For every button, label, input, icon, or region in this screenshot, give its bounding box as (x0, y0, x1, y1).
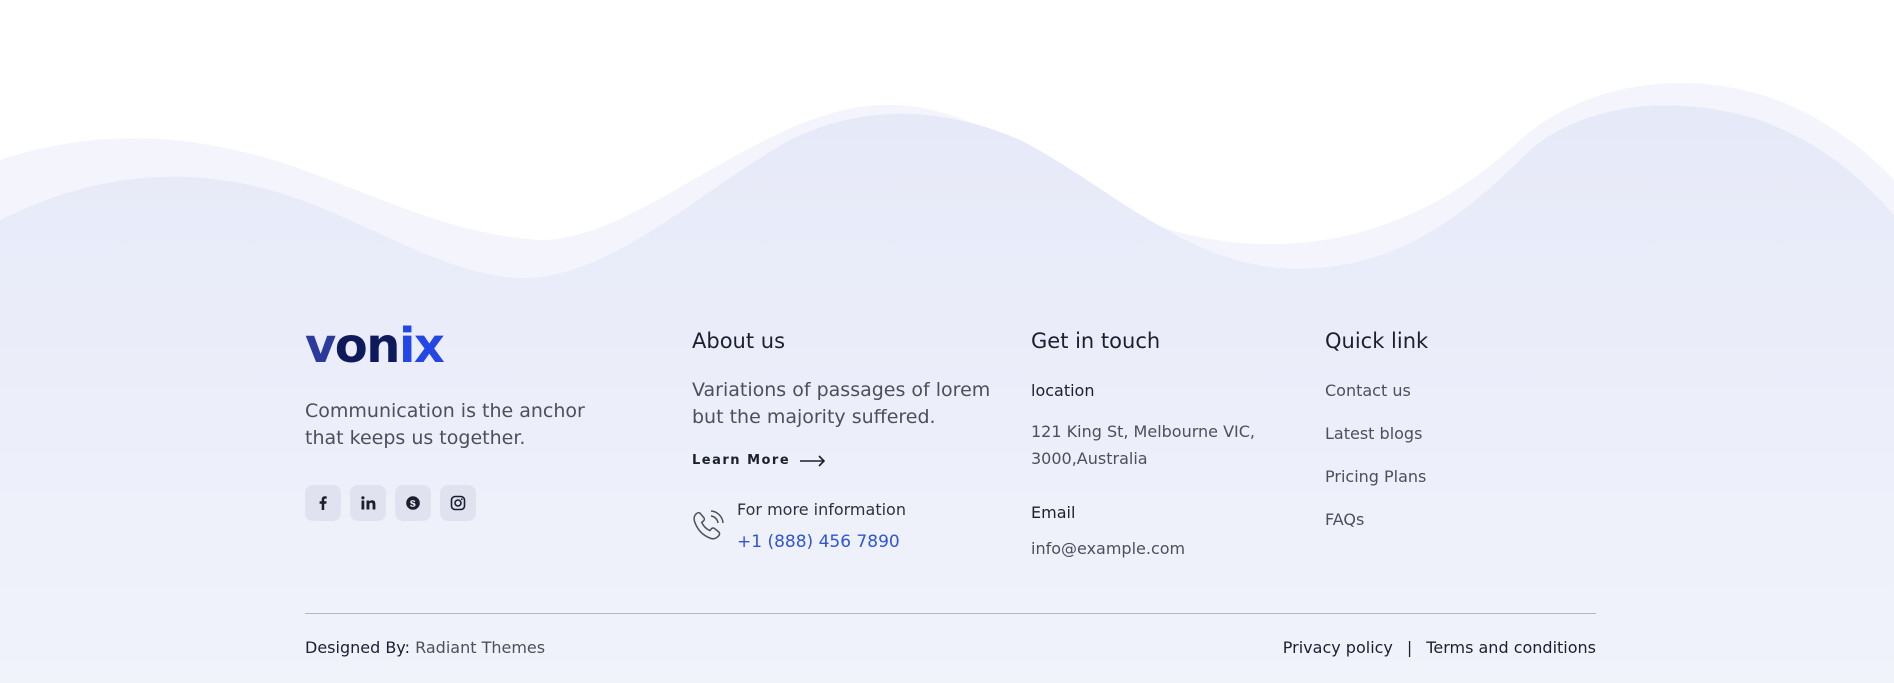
legal-links: Privacy policy | Terms and conditions (1283, 638, 1596, 657)
instagram-button[interactable] (440, 485, 476, 521)
logo-part-v: v (305, 318, 336, 374)
linkedin-icon (360, 496, 375, 510)
skype-icon (406, 496, 420, 510)
legal-separator: | (1406, 638, 1413, 657)
privacy-policy-link[interactable]: Privacy policy (1283, 638, 1393, 657)
skype-button[interactable] (395, 485, 431, 521)
email-label: Email (1031, 503, 1076, 522)
instagram-icon (450, 495, 466, 511)
site-footer: vonix Communication is the anchor that k… (0, 0, 1894, 683)
logo-part-ix: ix (398, 318, 445, 374)
learn-more-link[interactable]: Learn More (692, 453, 826, 468)
location-label: location (1031, 381, 1095, 400)
facebook-button[interactable] (305, 485, 341, 521)
email-link[interactable]: info@example.com (1031, 539, 1185, 558)
terms-link[interactable]: Terms and conditions (1426, 638, 1596, 657)
designed-by-prefix: Designed By: (305, 638, 410, 657)
designed-by: Designed By: Radiant Themes (305, 638, 545, 657)
arrow-right-icon (800, 454, 826, 467)
quick-link-pricing[interactable]: Pricing Plans (1325, 467, 1426, 510)
vonix-logo[interactable]: vonix (305, 322, 445, 370)
social-links (305, 485, 476, 521)
contact-heading: Get in touch (1031, 329, 1161, 353)
footer-tagline: Communication is the anchor that keeps u… (305, 400, 585, 449)
quick-links-list: Contact us Latest blogs Pricing Plans FA… (1325, 381, 1426, 553)
phone-link[interactable]: +1 (888) 456 7890 (737, 532, 900, 552)
phone-icon (693, 510, 724, 540)
facebook-icon (319, 496, 327, 510)
quick-link-faqs[interactable]: FAQs (1325, 510, 1426, 553)
linkedin-button[interactable] (350, 485, 386, 521)
footer-divider (305, 613, 1596, 614)
about-heading: About us (692, 329, 786, 353)
more-info-label: For more information (737, 500, 906, 519)
radiant-themes-link[interactable]: Radiant Themes (415, 638, 545, 657)
quick-links-heading: Quick link (1325, 329, 1429, 353)
logo-part-on: on (334, 318, 401, 374)
about-text: Variations of passages of lorem but the … (692, 379, 991, 428)
quick-link-blogs[interactable]: Latest blogs (1325, 424, 1426, 467)
quick-link-contact[interactable]: Contact us (1325, 381, 1426, 424)
address-text: 121 King St, Melbourne VIC, 3000,Austral… (1031, 422, 1256, 468)
learn-more-label: Learn More (692, 453, 791, 468)
